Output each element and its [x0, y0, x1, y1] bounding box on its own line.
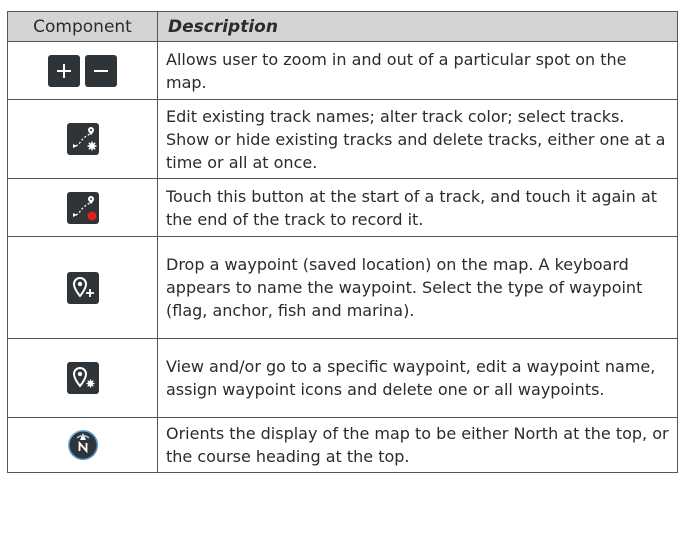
- component-cell: [7, 41, 158, 100]
- description-cell: Edit existing track names; alter track c…: [157, 99, 678, 179]
- zoom-in-icon: [48, 54, 80, 87]
- header-component: Component: [7, 11, 158, 42]
- component-table: Component Description Allows user to zoo…: [7, 11, 678, 473]
- description-cell: Orients the display of the map to be eit…: [157, 417, 678, 473]
- table-row: Allows user to zoom in and out of a part…: [7, 41, 678, 100]
- description-cell: Touch this button at the start of a trac…: [157, 178, 678, 237]
- description-cell: View and/or go to a specific waypoint, e…: [157, 338, 678, 418]
- description-cell: Allows user to zoom in and out of a part…: [157, 41, 678, 100]
- table-row: Edit existing track names; alter track c…: [7, 99, 678, 179]
- description-cell: Drop a waypoint (saved location) on the …: [157, 236, 678, 339]
- track-record-icon: [66, 191, 99, 224]
- waypoint-settings-icon: [66, 362, 99, 394]
- waypoint-add-icon: [66, 271, 99, 304]
- component-cell: [7, 236, 158, 339]
- track-settings-icon: [66, 123, 99, 155]
- zoom-out-icon: [85, 54, 117, 87]
- component-cell: [7, 338, 158, 418]
- compass-north-icon: [67, 430, 98, 460]
- header-description: Description: [157, 11, 678, 42]
- component-cell: [7, 178, 158, 237]
- table-row: Touch this button at the start of a trac…: [7, 178, 678, 237]
- table-row: Orients the display of the map to be eit…: [7, 417, 678, 473]
- component-cell: [7, 417, 158, 473]
- table-row: View and/or go to a specific waypoint, e…: [7, 338, 678, 418]
- component-cell: [7, 99, 158, 179]
- header-row: Component Description: [7, 11, 678, 42]
- table-row: Drop a waypoint (saved location) on the …: [7, 236, 678, 339]
